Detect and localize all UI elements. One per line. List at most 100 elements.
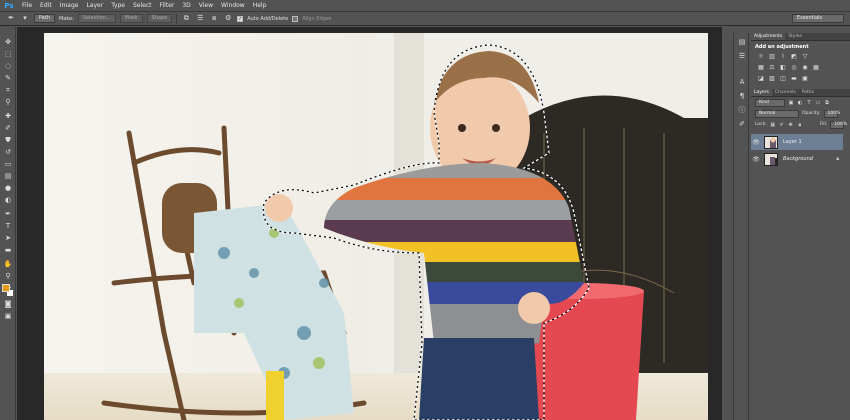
menu-layer[interactable]: Layer: [82, 0, 107, 12]
spot-healing-tool-icon[interactable]: ✚: [3, 111, 13, 121]
visibility-eye-icon[interactable]: 👁︎: [751, 156, 761, 163]
menu-select[interactable]: Select: [129, 0, 156, 12]
lock-all-icon[interactable]: 🔒︎: [797, 122, 803, 128]
add-adjustment-label: Add an adjustment: [755, 44, 809, 50]
lasso-tool-icon[interactable]: ◌: [3, 61, 13, 71]
eyedropper-tool-icon[interactable]: ⚲: [3, 97, 13, 107]
tab-layers[interactable]: Layers: [751, 89, 772, 96]
move-tool-icon[interactable]: ✥: [3, 37, 13, 47]
shape-filter-icon[interactable]: ▭: [815, 100, 821, 106]
vibrance-icon[interactable]: ▽: [801, 53, 809, 60]
type-filter-icon[interactable]: T: [806, 100, 812, 106]
chevron-down-icon[interactable]: ▾: [20, 14, 30, 23]
exposure-icon[interactable]: ◩: [790, 53, 798, 60]
layer-kind-dropdown[interactable]: Kind: [755, 98, 785, 107]
black-white-icon[interactable]: ◧: [779, 64, 787, 71]
tool-mode-dropdown[interactable]: Path: [34, 14, 55, 23]
path-alignment-icon[interactable]: ☰: [195, 14, 205, 23]
type-tool-icon[interactable]: T: [3, 221, 13, 231]
tab-styles[interactable]: Styles: [785, 33, 805, 40]
quick-mask-icon[interactable]: ◙: [3, 299, 13, 309]
rectangle-tool-icon[interactable]: ▬: [3, 245, 13, 255]
selective-color-icon[interactable]: ▣: [801, 75, 809, 82]
crop-tool-icon[interactable]: ⌗: [3, 85, 13, 95]
blend-opacity-row: Normal Opacity: 100%: [751, 108, 850, 119]
character-panel-icon[interactable]: A: [737, 77, 747, 87]
path-operations-icon[interactable]: ⧉: [181, 14, 191, 23]
layer-row-layer-1[interactable]: 👁︎ Layer 1: [751, 134, 843, 150]
workspace-dropdown[interactable]: Essentials: [792, 14, 844, 23]
channel-mixer-icon[interactable]: ◉: [801, 64, 809, 71]
opacity-field[interactable]: 100%: [823, 109, 840, 118]
quick-selection-tool-icon[interactable]: ✎: [3, 73, 13, 83]
threshold-icon[interactable]: ◫: [779, 75, 787, 82]
tab-paths[interactable]: Paths: [799, 89, 817, 96]
adjustment-filter-icon[interactable]: ◐: [797, 100, 803, 106]
menu-edit[interactable]: Edit: [36, 0, 56, 12]
paragraph-panel-icon[interactable]: ¶: [737, 91, 747, 101]
options-bar: ✒ ▾ Path Make: Selection... Mask Shape ⧉…: [0, 12, 850, 26]
brightness-icon[interactable]: ☼: [757, 53, 765, 60]
dodge-tool-icon[interactable]: ◐: [3, 195, 13, 205]
smart-filter-icon[interactable]: ⧉: [824, 100, 830, 106]
menu-image[interactable]: Image: [56, 0, 83, 12]
invert-icon[interactable]: ◪: [757, 75, 765, 82]
adjustments-tabbar: Adjustments Styles: [751, 33, 850, 41]
marquee-tool-icon[interactable]: ⬚: [3, 49, 13, 59]
make-shape-button[interactable]: Shape: [146, 14, 173, 23]
tab-adjustments[interactable]: Adjustments: [751, 33, 786, 40]
lock-transparent-icon[interactable]: ▦: [770, 122, 776, 128]
pen-tool-icon[interactable]: ✒: [3, 209, 13, 219]
auto-add-delete-checkbox[interactable]: ✓: [237, 15, 244, 22]
visibility-eye-icon[interactable]: 👁︎: [751, 139, 761, 146]
info-panel-icon[interactable]: ⓘ: [737, 105, 747, 115]
menu-filter[interactable]: Filter: [156, 0, 179, 12]
brush-panel-icon[interactable]: ✐: [737, 119, 747, 129]
blur-tool-icon[interactable]: ●: [3, 183, 13, 193]
make-mask-button[interactable]: Mask: [119, 14, 143, 23]
lock-fill-row: Lock: ▦ ✐ ✥ 🔒︎ Fill: 100%: [751, 119, 850, 130]
menu-view[interactable]: View: [195, 0, 217, 12]
blend-mode-dropdown[interactable]: Normal: [755, 109, 799, 118]
gradient-map-icon[interactable]: ▬: [790, 75, 798, 82]
photo-filter-icon[interactable]: ◎: [790, 64, 798, 71]
layers-panel: Layers Channels Paths Kind ▣ ◐ T ▭ ⧉ Nor…: [751, 89, 850, 420]
curves-icon[interactable]: ⌇: [779, 53, 787, 60]
properties-panel-icon[interactable]: ☰: [737, 51, 747, 61]
path-selection-tool-icon[interactable]: ➤: [3, 233, 13, 243]
fill-field[interactable]: 100%: [830, 120, 847, 129]
history-brush-tool-icon[interactable]: ↺: [3, 147, 13, 157]
menu-type[interactable]: Type: [107, 0, 129, 12]
menu-file[interactable]: File: [18, 0, 36, 12]
menu-window[interactable]: Window: [217, 0, 249, 12]
gear-icon[interactable]: ⚙: [223, 14, 233, 23]
history-panel-icon[interactable]: ▤: [737, 37, 747, 47]
align-edges-checkbox[interactable]: [292, 15, 299, 22]
pen-tool-preset-icon[interactable]: ✒: [6, 14, 16, 23]
zoom-tool-icon[interactable]: ⚲: [3, 271, 13, 281]
canvas-photo[interactable]: [44, 33, 708, 420]
lock-position-icon[interactable]: ✥: [788, 122, 794, 128]
color-balance-icon[interactable]: ⚖: [768, 64, 776, 71]
make-selection-button[interactable]: Selection...: [77, 14, 116, 23]
auto-add-delete-label: Auto Add/Delete: [247, 15, 289, 22]
screen-mode-icon[interactable]: ▣: [3, 311, 13, 321]
layer-row-background[interactable]: 👁︎ Background 🔒︎: [751, 151, 843, 167]
color-lookup-icon[interactable]: ▦: [812, 64, 820, 71]
posterize-icon[interactable]: ▨: [768, 75, 776, 82]
hand-tool-icon[interactable]: ✋: [3, 259, 13, 269]
levels-icon[interactable]: ▥: [768, 53, 776, 60]
lock-pixels-icon[interactable]: ✐: [779, 122, 785, 128]
gradient-tool-icon[interactable]: ▤: [3, 171, 13, 181]
foreground-color-swatch[interactable]: [2, 284, 10, 292]
brush-tool-icon[interactable]: ✐: [3, 123, 13, 133]
pixel-filter-icon[interactable]: ▣: [788, 100, 794, 106]
clone-stamp-tool-icon[interactable]: ⛊: [3, 135, 13, 145]
hue-saturation-icon[interactable]: ▦: [757, 64, 765, 71]
menu-help[interactable]: Help: [249, 0, 271, 12]
menu-3d[interactable]: 3D: [178, 0, 194, 12]
path-arrangement-icon[interactable]: ⧈: [209, 14, 219, 23]
eraser-tool-icon[interactable]: ▭: [3, 159, 13, 169]
tab-channels[interactable]: Channels: [772, 89, 799, 96]
opacity-label: Opacity:: [802, 111, 821, 116]
